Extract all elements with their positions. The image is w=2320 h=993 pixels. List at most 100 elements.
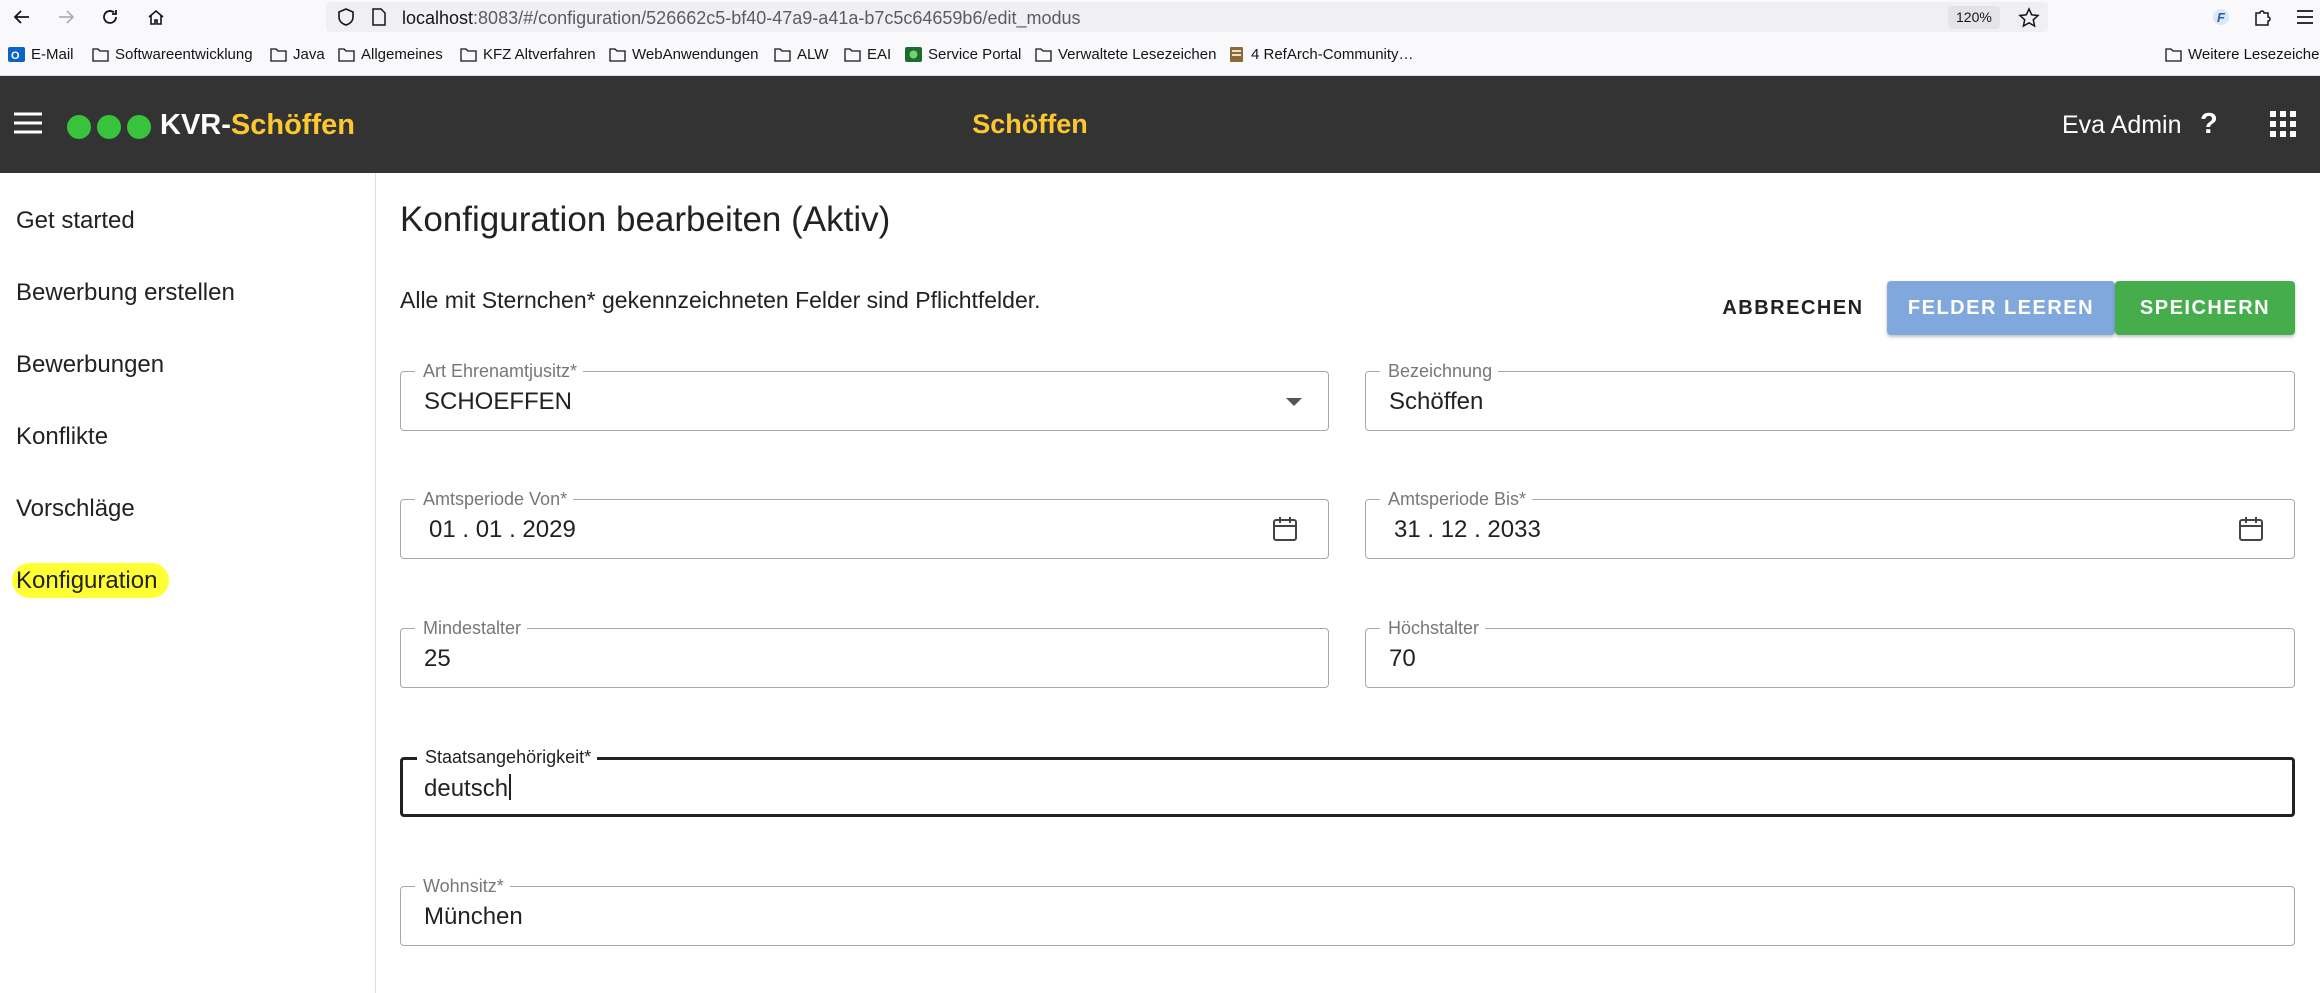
sidebar-item-label: Bewerbung erstellen bbox=[16, 279, 235, 306]
sidebar-item-bewerbungen[interactable]: Bewerbungen bbox=[16, 351, 164, 379]
field-label: Mindestalter bbox=[415, 617, 528, 639]
bookmark-allgemeines[interactable]: Allgemeines bbox=[338, 46, 443, 63]
outlook-icon: O bbox=[8, 47, 25, 62]
bookmark-kfz-altverfahren[interactable]: KFZ Altverfahren bbox=[460, 46, 596, 63]
folder-icon bbox=[609, 48, 626, 62]
sidebar-item-label: Get started bbox=[16, 207, 135, 234]
staatsangehoerigkeit-field[interactable]: Staatsangehörigkeit* deutsch bbox=[400, 746, 2295, 817]
field-label: Staatsangehörigkeit* bbox=[417, 746, 598, 768]
clear-fields-button[interactable]: FELDER LEEREN bbox=[1887, 281, 2115, 335]
field-label: Art Ehrenamtjusitz* bbox=[415, 360, 584, 382]
field-label: Amtsperiode Von* bbox=[415, 488, 574, 510]
app-title[interactable]: KVR-Schöffen bbox=[160, 109, 355, 142]
app-header: KVR-Schöffen Schöffen Eva Admin ? bbox=[0, 76, 2320, 173]
forward-button[interactable] bbox=[44, 0, 88, 34]
bookmark-alw[interactable]: ALW bbox=[774, 46, 828, 63]
reload-button[interactable] bbox=[88, 0, 132, 34]
star-icon[interactable] bbox=[2018, 7, 2040, 29]
extension-icon[interactable]: F bbox=[2210, 6, 2232, 28]
bookmark-label: Service Portal bbox=[928, 46, 1022, 63]
amtsperiode-von-field[interactable]: Amtsperiode Von* 01 . 01 . 2029 bbox=[400, 488, 1329, 559]
user-name[interactable]: Eva Admin bbox=[2062, 111, 2182, 140]
refarch-icon bbox=[1230, 47, 1243, 62]
field-value-text: deutsch bbox=[424, 775, 509, 802]
url-path: :8083/#/configuration/526662c5-bf40-47a9… bbox=[473, 8, 1081, 28]
header-center-title: Schöffen bbox=[972, 109, 1088, 139]
required-fields-hint: Alle mit Sternchen* gekennzeichneten Fel… bbox=[400, 287, 1041, 313]
bookmark-eai[interactable]: EAI bbox=[844, 46, 891, 63]
bezeichnung-field[interactable]: Bezeichnung Schöffen bbox=[1365, 360, 2295, 431]
field-label: Höchstalter bbox=[1380, 617, 1486, 639]
svg-text:O: O bbox=[11, 50, 20, 62]
bookmark-refarch-community[interactable]: 4 RefArch-Community… bbox=[1228, 46, 1414, 63]
sidebar-item-bewerbung-erstellen[interactable]: Bewerbung erstellen bbox=[16, 279, 235, 307]
field-value: deutsch bbox=[424, 774, 512, 803]
field-value: 70 bbox=[1389, 645, 1416, 672]
bookmark-label: WebAnwendungen bbox=[632, 46, 759, 63]
save-button[interactable]: SPEICHERN bbox=[2115, 281, 2295, 335]
app-title-prefix: KVR- bbox=[160, 109, 231, 141]
field-value: 25 bbox=[424, 645, 451, 672]
field-value: Schöffen bbox=[1389, 388, 1484, 415]
logo-dot-2 bbox=[97, 115, 121, 139]
field-value: München bbox=[424, 903, 523, 930]
arrow-left-icon bbox=[13, 10, 29, 24]
help-icon[interactable]: ? bbox=[2200, 108, 2218, 141]
cancel-button[interactable]: ABBRECHEN bbox=[1700, 281, 1886, 335]
url-text[interactable]: localhost:8083/#/configuration/526662c5-… bbox=[402, 8, 1081, 29]
apps-grid-icon[interactable] bbox=[2270, 111, 2296, 137]
sidebar-item-konflikte[interactable]: Konflikte bbox=[16, 423, 108, 451]
bookmark-label: Allgemeines bbox=[361, 46, 443, 63]
hamburger-menu-icon[interactable] bbox=[12, 109, 44, 137]
zoom-level[interactable]: 120% bbox=[1948, 6, 2000, 29]
folder-icon bbox=[460, 48, 477, 62]
folder-icon bbox=[844, 48, 861, 62]
bookmarks-bar: O E-Mail Softwareentwicklung Java Allgem… bbox=[0, 34, 2320, 76]
bookmark-java[interactable]: Java bbox=[270, 46, 325, 63]
chevron-down-icon[interactable] bbox=[1286, 398, 1302, 406]
page-title: Konfiguration bearbeiten (Aktiv) bbox=[400, 200, 891, 239]
folder-icon bbox=[1035, 48, 1052, 62]
bookmark-service-portal[interactable]: Service Portal bbox=[905, 46, 1021, 63]
arrow-right-icon bbox=[59, 10, 75, 24]
bookmark-label: ALW bbox=[797, 46, 829, 63]
sidebar: Get started Bewerbung erstellen Bewerbun… bbox=[0, 173, 376, 993]
sidebar-item-vorschlaege[interactable]: Vorschläge bbox=[16, 495, 135, 523]
page-icon bbox=[372, 8, 386, 26]
svg-text:F: F bbox=[2217, 10, 2226, 25]
sidebar-item-get-started[interactable]: Get started bbox=[16, 207, 135, 235]
bookmark-weitere-lesezeichen[interactable]: Weitere Lesezeichen bbox=[2165, 46, 2320, 63]
sidebar-item-label: Bewerbungen bbox=[16, 351, 165, 378]
bookmark-softwareentwicklung[interactable]: Softwareentwicklung bbox=[92, 46, 253, 63]
calendar-icon[interactable] bbox=[1272, 516, 1298, 542]
hoechstalter-field[interactable]: Höchstalter 70 bbox=[1365, 617, 2295, 688]
field-label: Bezeichnung bbox=[1380, 360, 1499, 382]
address-bar[interactable]: localhost:8083/#/configuration/526662c5-… bbox=[326, 2, 2048, 32]
logo-dot-3 bbox=[127, 115, 151, 139]
amtsperiode-bis-field[interactable]: Amtsperiode Bis* 31 . 12 . 2033 bbox=[1365, 488, 2295, 559]
sidebar-item-konfiguration[interactable]: Konfiguration bbox=[16, 567, 166, 595]
folder-icon bbox=[774, 48, 791, 62]
app-menu-icon[interactable] bbox=[2294, 6, 2316, 28]
bookmark-label: Weitere Lesezeichen bbox=[2188, 46, 2320, 63]
sidebar-item-label: Vorschläge bbox=[16, 495, 135, 522]
bookmark-webanwendungen[interactable]: WebAnwendungen bbox=[609, 46, 759, 63]
mindestalter-field[interactable]: Mindestalter 25 bbox=[400, 617, 1329, 688]
field-value: 31 . 12 . 2033 bbox=[1394, 516, 1541, 543]
back-button[interactable] bbox=[0, 0, 44, 34]
puzzle-icon[interactable] bbox=[2252, 6, 2274, 28]
bookmark-verwaltete-lesezeichen[interactable]: Verwaltete Lesezeichen bbox=[1035, 46, 1216, 63]
browser-toolbar: localhost:8083/#/configuration/526662c5-… bbox=[0, 0, 2320, 34]
home-button[interactable] bbox=[134, 0, 178, 34]
shield-icon[interactable] bbox=[336, 7, 356, 27]
service-portal-icon bbox=[905, 47, 922, 62]
art-ehrenamtjustiz-select[interactable]: Art Ehrenamtjusitz* SCHOEFFEN bbox=[400, 360, 1329, 431]
calendar-icon[interactable] bbox=[2238, 516, 2264, 542]
logo-dot-1 bbox=[67, 115, 91, 139]
bookmark-email[interactable]: O E-Mail bbox=[8, 46, 74, 63]
wohnsitz-field[interactable]: Wohnsitz* München bbox=[400, 875, 2295, 946]
field-value: 01 . 01 . 2029 bbox=[429, 516, 576, 543]
sidebar-item-label: Konflikte bbox=[16, 423, 109, 450]
url-host: localhost bbox=[402, 8, 474, 28]
app-title-accent: Schöffen bbox=[230, 109, 355, 141]
